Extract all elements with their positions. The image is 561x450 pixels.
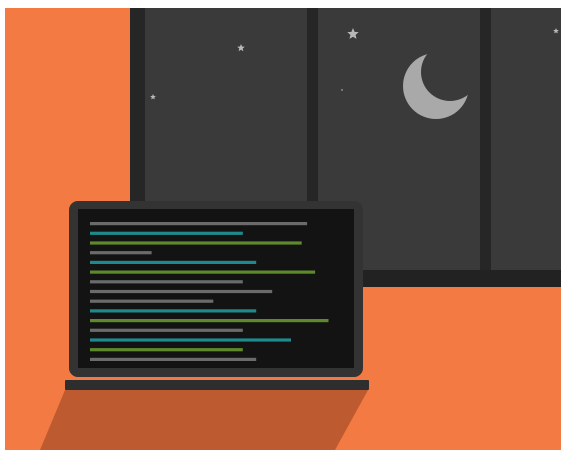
code-line	[90, 280, 243, 284]
code-line	[90, 251, 152, 255]
code-line	[90, 338, 291, 342]
code-line	[90, 309, 257, 313]
code-line	[90, 222, 308, 226]
laptop	[40, 201, 369, 450]
night-desk-illustration	[0, 0, 561, 450]
laptop-shadow	[40, 390, 368, 450]
window-pane-right	[491, 8, 561, 270]
code-line	[90, 357, 257, 361]
code-line	[90, 231, 243, 235]
code-line	[90, 348, 243, 352]
laptop-base	[65, 380, 369, 390]
code-line	[90, 328, 243, 332]
code-line	[90, 299, 214, 303]
code-line	[90, 260, 257, 264]
code-line	[90, 289, 273, 294]
code-line	[90, 241, 302, 245]
illustration-canvas	[0, 0, 561, 450]
code-line	[90, 270, 316, 274]
code-line	[90, 319, 329, 323]
